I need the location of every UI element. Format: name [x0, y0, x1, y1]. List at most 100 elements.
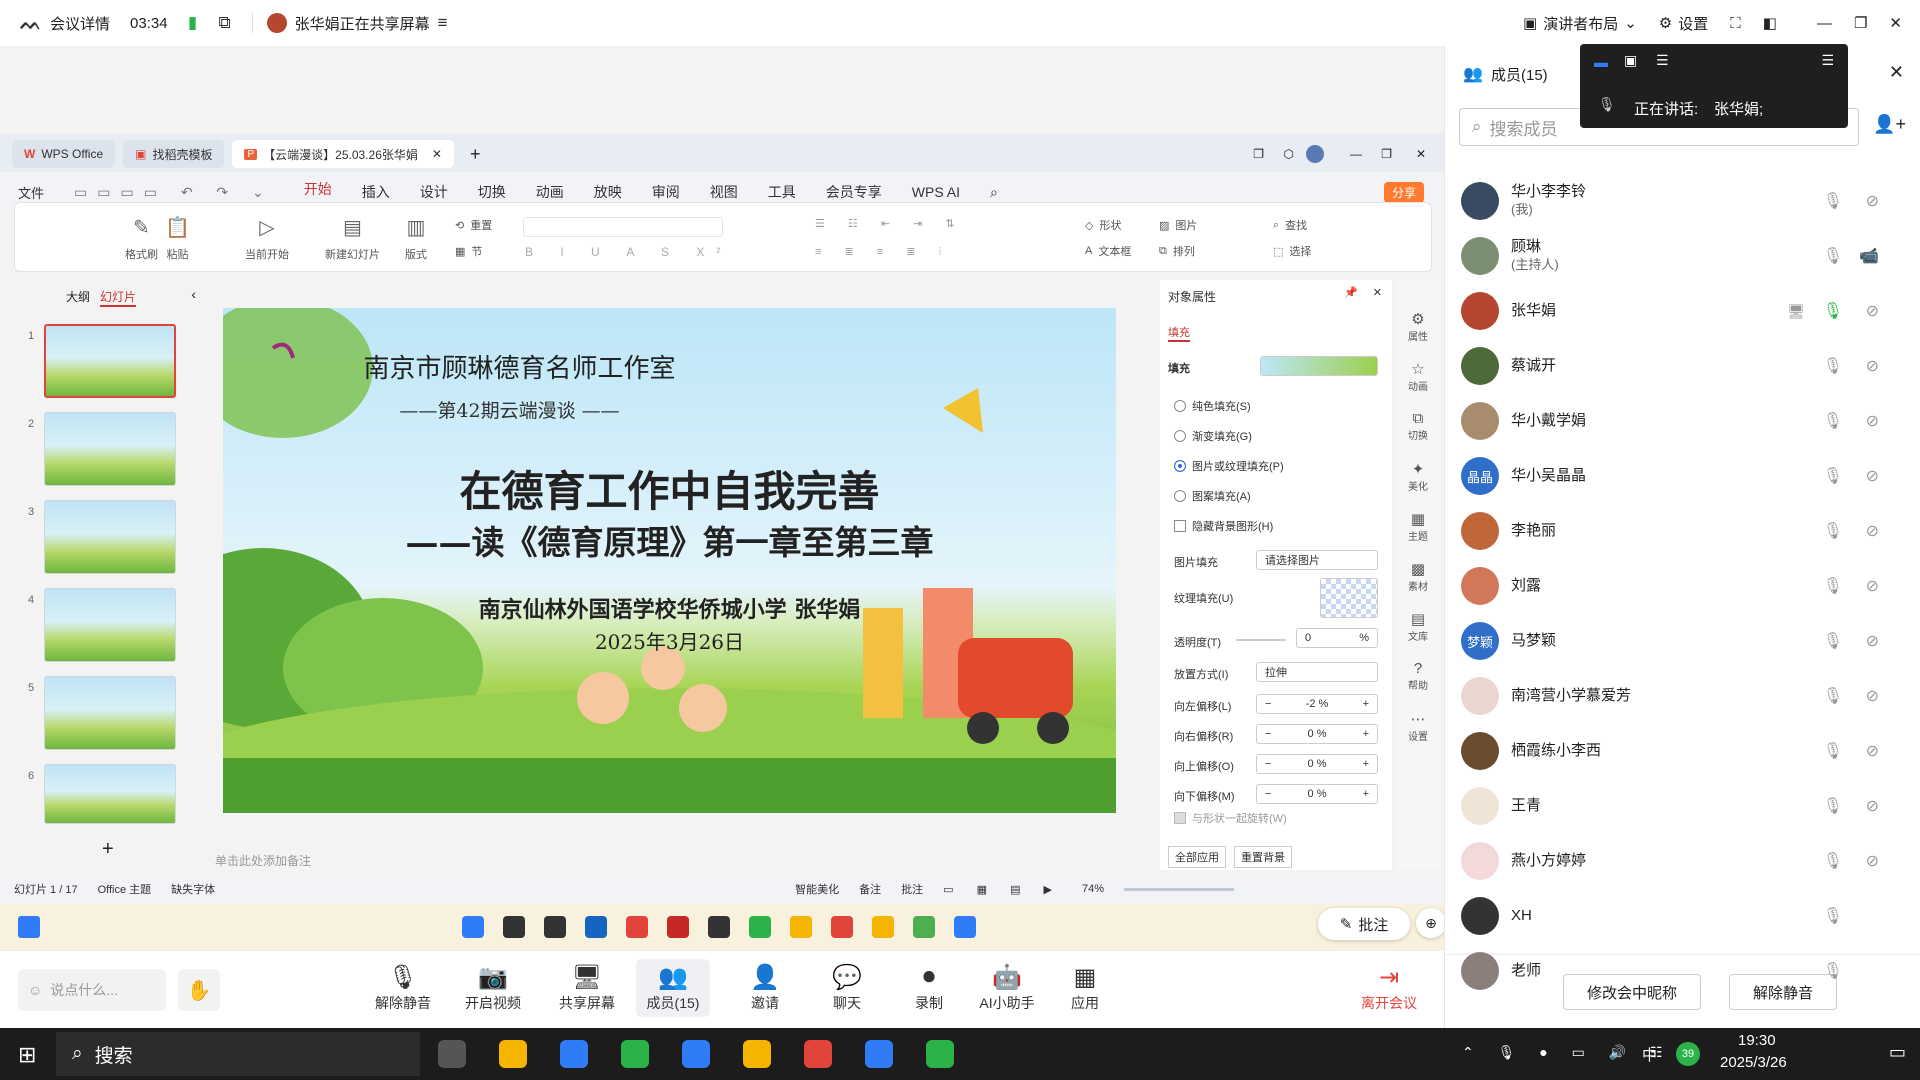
notes-button[interactable]: 备注 — [859, 881, 881, 897]
arrange-button[interactable]: ⧉ 排列 — [1159, 243, 1195, 259]
meeting-app-icon[interactable] — [954, 916, 976, 938]
missing-font-label[interactable]: 缺失字体 — [171, 881, 215, 897]
wps-tab-document[interactable]: P 【云端漫谈】25.03.26张华娟 ✕ — [232, 140, 454, 168]
offset-stepper[interactable]: − 0 % + — [1256, 784, 1378, 804]
store-icon[interactable] — [560, 1040, 588, 1068]
user-avatar-icon[interactable] — [1306, 145, 1324, 163]
task-pane-item[interactable]: ▦ 主题 — [1396, 510, 1440, 543]
fill-option[interactable]: 纯色填充(S) — [1174, 398, 1251, 414]
clock-time[interactable]: 19:30 — [1738, 1032, 1776, 1049]
format-painter-button[interactable]: ✎ 格式刷 — [125, 215, 158, 262]
plus-icon[interactable]: + — [1363, 728, 1369, 740]
remote-widgets-icon[interactable] — [18, 916, 40, 938]
wps-icon[interactable] — [831, 916, 853, 938]
wps-icon[interactable] — [804, 1040, 832, 1068]
collapse-pane-icon[interactable]: ‹ — [191, 286, 196, 302]
picture-fill-dropdown[interactable]: 请选择图片 — [1256, 550, 1378, 570]
member-row[interactable]: XH 🎙 — [1461, 891, 1901, 941]
menu-slideshow[interactable]: 放映 — [594, 182, 622, 202]
fill-preview-dropdown[interactable] — [1260, 356, 1378, 376]
share-button[interactable]: 分享 — [1383, 181, 1424, 203]
pin-icon[interactable]: 📌 — [1344, 286, 1358, 299]
slide-thumbnail[interactable] — [44, 324, 176, 398]
widgets-icon[interactable] — [438, 1040, 466, 1068]
minus-icon[interactable]: − — [1265, 698, 1271, 710]
meeting-details-button[interactable]: 会议详情 — [50, 13, 110, 34]
security-icon[interactable] — [872, 916, 894, 938]
mail-icon[interactable] — [682, 1040, 710, 1068]
add-slide-icon[interactable]: + — [102, 838, 114, 861]
minimize-bar-icon[interactable]: ▬ — [1594, 54, 1608, 70]
reset-bg-button[interactable]: 重置背景 — [1234, 846, 1292, 868]
wps-tab-home[interactable]: W WPS Office — [12, 140, 116, 168]
fill-option[interactable]: 图案填充(A) — [1174, 488, 1251, 504]
new-slide-button[interactable]: ▤ 新建幻灯片 — [325, 215, 380, 262]
new-tab-icon[interactable]: + — [470, 144, 481, 165]
menu-insert[interactable]: 插入 — [362, 182, 390, 202]
select-button[interactable]: ⬚ 选择 — [1273, 243, 1311, 259]
slide-thumbnail[interactable] — [44, 412, 176, 486]
shape-button[interactable]: ◇ 形状 — [1085, 217, 1121, 233]
fill-section-label[interactable]: 填充 — [1168, 360, 1190, 376]
fill-option[interactable]: 渐变填充(G) — [1174, 428, 1252, 444]
zoom-in-icon[interactable]: ⊕ — [1416, 908, 1446, 938]
popout-icon[interactable]: ⧉ — [212, 10, 238, 36]
member-row[interactable]: 晶晶 华小吴晶晶 🎙 ⊘ — [1461, 451, 1901, 501]
font-name-box[interactable] — [523, 217, 723, 237]
textbox-button[interactable]: A 文本框 — [1085, 243, 1131, 259]
placement-dropdown[interactable]: 拉伸 — [1256, 662, 1378, 682]
settings-button[interactable]: ⚙ 设置 — [1659, 13, 1708, 34]
member-row[interactable]: 顾琳 (主持人) 🎙 📹 — [1461, 231, 1901, 281]
minus-icon[interactable]: − — [1265, 788, 1271, 800]
menu-tools[interactable]: 工具 — [768, 182, 796, 202]
list-icon[interactable]: ☰ — [1821, 52, 1834, 69]
member-row[interactable]: 燕小方婷婷 🎙 ⊘ — [1461, 836, 1901, 886]
task-pane-item[interactable]: ▩ 素材 — [1396, 560, 1440, 593]
task-pane-item[interactable]: ▤ 文库 — [1396, 610, 1440, 643]
view-mode-icons[interactable]: ▭ ▦ ▤ ▶ — [943, 883, 1062, 896]
menu-transitions[interactable]: 切换 — [478, 182, 506, 202]
slides-tab[interactable]: 幻灯片 — [100, 288, 137, 307]
app-icon[interactable] — [743, 1040, 771, 1068]
rotate-with-shape-checkbox[interactable]: 与形状一起旋转(W) — [1174, 810, 1287, 826]
window-close-icon[interactable]: ✕ — [1889, 14, 1902, 32]
minus-icon[interactable]: − — [1265, 758, 1271, 770]
fill-option[interactable]: 图片或纹理填充(P) — [1174, 458, 1284, 474]
plus-icon[interactable]: + — [1363, 788, 1369, 800]
slide-thumbnail[interactable] — [44, 588, 176, 662]
apply-all-button[interactable]: 全部应用 — [1168, 846, 1226, 868]
from-start-button[interactable]: ▷ 当前开始 — [245, 215, 289, 262]
zoom-slider[interactable] — [1124, 887, 1235, 891]
menu-animation[interactable]: 动画 — [536, 182, 564, 202]
smart-beautify-button[interactable]: 智能美化 — [795, 881, 839, 897]
task-pane-item[interactable]: ⋯ 设置 — [1396, 710, 1440, 743]
comment-button[interactable]: 批注 — [901, 881, 923, 897]
layout-button[interactable]: ▥ 版式 — [405, 215, 427, 262]
restore-icon[interactable]: ❐ — [1253, 147, 1264, 161]
task-pane-item[interactable]: ⚙ 属性 — [1396, 310, 1440, 343]
member-row[interactable]: 张华娟 🖥 🎙 ⊘ — [1461, 286, 1901, 336]
invite-button[interactable]: 👤 邀请 — [730, 963, 800, 1013]
picture-button[interactable]: ▨ 图片 — [1159, 217, 1197, 233]
menu-wps-ai[interactable]: WPS AI — [912, 184, 960, 200]
task-pane-item[interactable]: ? 帮助 — [1396, 660, 1440, 692]
file-explorer-icon[interactable] — [499, 1040, 527, 1068]
minus-icon[interactable]: − — [1265, 728, 1271, 740]
side-panel-icon[interactable]: ◧ — [1763, 14, 1777, 32]
window-minimize-icon[interactable]: — — [1817, 15, 1832, 32]
font-format-icons[interactable]: B I U A S X² — [525, 245, 732, 259]
paragraph-icons[interactable]: ☰ ☷ ⇤ ⇥ ⇅ — [815, 217, 965, 230]
store-icon[interactable] — [585, 916, 607, 938]
wechat-icon[interactable] — [926, 1040, 954, 1068]
slide-thumbnail[interactable] — [44, 764, 176, 824]
close-icon[interactable]: ✕ — [1416, 147, 1426, 161]
photos-icon[interactable] — [913, 916, 935, 938]
slide-thumbnail[interactable] — [44, 676, 176, 750]
cube-icon[interactable]: ⬡ — [1284, 147, 1294, 161]
clock-date[interactable]: 2025/3/26 — [1720, 1054, 1787, 1071]
minimize-icon[interactable]: — — [1350, 147, 1362, 161]
unmute-button[interactable]: 🎙 解除静音 — [368, 963, 438, 1013]
plus-icon[interactable]: + — [1363, 758, 1369, 770]
record-button[interactable]: ⏺ 录制 — [894, 963, 964, 1013]
current-slide[interactable]: 南京市顾琳德育名师工作室 ——第42期云端漫谈 —— 在德育工作中自我完善 ——… — [223, 308, 1116, 813]
